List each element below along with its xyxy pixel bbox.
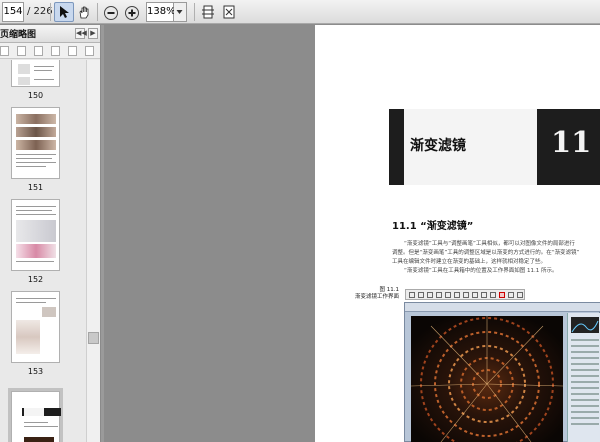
- page-thumbnail[interactable]: [11, 199, 60, 271]
- plus-circle-icon: [125, 6, 139, 20]
- zoom-level-input[interactable]: 138%: [146, 2, 176, 22]
- sidebar-next-button[interactable]: ▶: [88, 28, 98, 39]
- figure-image: [411, 316, 563, 442]
- zoom-dropdown-button[interactable]: [174, 2, 187, 22]
- thumbnail-option-icon[interactable]: [34, 46, 43, 56]
- body-text-line: 工具在编辑文件时建立在渐变的基础上，这样就相对稳定了些。: [392, 259, 547, 265]
- page-thumbnail-selected[interactable]: [8, 388, 63, 442]
- chevron-down-icon: [176, 10, 183, 14]
- body-text-line: 调整。但是“渐变画笔”工具的调整区域是以渐变的方式进行的。在“渐变滤镜”: [392, 250, 580, 256]
- figure-side-panel: [567, 313, 600, 442]
- page-number-input[interactable]: 154: [2, 2, 24, 22]
- zoom-in-button[interactable]: [122, 2, 142, 22]
- document-page: 渐变滤镜 11 11.1 “渐变滤镜” “渐变滤镜”工具与“调整画笔”工具相似，…: [315, 25, 600, 442]
- hand-tool-button[interactable]: [74, 2, 94, 22]
- thumbnail-label: 153: [27, 367, 44, 376]
- toolbar-separator: [97, 3, 98, 21]
- fit-width-icon: [202, 5, 214, 19]
- figure-caption: 图 11.1 渐变滤镜工作界面: [355, 287, 399, 301]
- thumbnail-option-icon[interactable]: [68, 46, 77, 56]
- firework-image: [411, 316, 563, 442]
- thumbnail-list: 150 151 152 153: [0, 60, 86, 442]
- minus-circle-icon: [104, 6, 118, 20]
- figure-tool-strip: [405, 289, 525, 300]
- thumbnail-option-icon[interactable]: [17, 46, 26, 56]
- page-thumbnail[interactable]: [11, 291, 60, 363]
- hand-icon: [79, 6, 89, 19]
- sidebar-header: 页缩略图 ◀◀ ▶: [0, 25, 100, 43]
- chapter-title: 渐变滤镜: [410, 138, 466, 154]
- figure-screenshot: [404, 302, 600, 442]
- body-text-line: “渐变滤镜”工具与“调整画笔”工具相似，都可以对图像文件的局部进行: [404, 241, 575, 247]
- body-text-line: “渐变滤镜”工具在工具箱中的位置及工作界面如图 11.1 所示。: [404, 268, 558, 274]
- scrollbar-thumb[interactable]: [88, 332, 99, 344]
- thumbnail-label: 150: [27, 91, 44, 100]
- thumbnail-label: 151: [27, 183, 44, 192]
- select-tool-button[interactable]: [54, 2, 74, 22]
- thumbnail-sidebar: 页缩略图 ◀◀ ▶ 150 151 152 153: [0, 25, 101, 442]
- thumbnail-label: 152: [27, 275, 44, 284]
- figure-number: 图 11.1: [379, 287, 400, 293]
- fit-width-button[interactable]: [198, 2, 218, 22]
- thumbnail-option-icon[interactable]: [0, 46, 9, 56]
- toolbar-separator: [194, 3, 195, 21]
- cursor-icon: [60, 6, 69, 18]
- sidebar-toolstrip: [0, 43, 100, 59]
- main-toolbar: 154 / 226 138%: [0, 0, 600, 24]
- sidebar-scrollbar[interactable]: [86, 60, 100, 442]
- page-thumbnail[interactable]: [11, 60, 60, 87]
- section-heading: 11.1 “渐变滤镜”: [392, 221, 474, 232]
- figure-title: 渐变滤镜工作界面: [355, 294, 400, 300]
- fit-page-button[interactable]: [219, 2, 239, 22]
- page-total-label: / 226: [27, 6, 53, 17]
- collapse-sidebar-button[interactable]: ◀◀: [75, 28, 87, 39]
- toolbar-separator: [50, 3, 51, 21]
- zoom-out-button[interactable]: [101, 2, 121, 22]
- sidebar-title: 页缩略图: [0, 30, 37, 40]
- thumbnail-option-icon[interactable]: [85, 46, 94, 56]
- chapter-number: 11: [551, 125, 592, 159]
- fit-page-icon: [223, 5, 235, 19]
- thumbnail-option-icon[interactable]: [51, 46, 60, 56]
- page-thumbnail[interactable]: [11, 107, 60, 179]
